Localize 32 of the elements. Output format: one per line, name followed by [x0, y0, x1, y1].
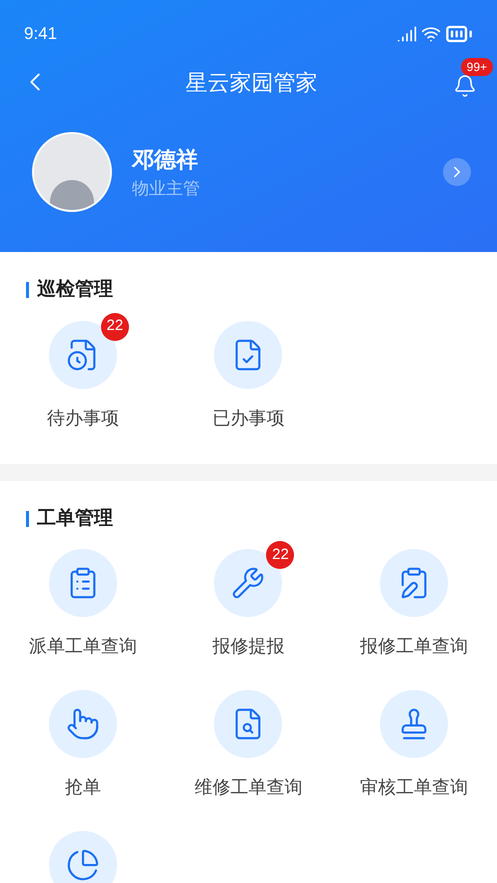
- notification-button[interactable]: 99+: [453, 58, 493, 98]
- signal-icon: [397, 24, 417, 44]
- menu-item[interactable]: 报修工单查询: [331, 541, 497, 660]
- status-time: 9:41: [24, 23, 58, 46]
- menu-item[interactable]: 维修工单查询: [166, 682, 332, 801]
- count-badge: 22: [100, 312, 129, 340]
- menu-item[interactable]: 22 待办事项: [0, 312, 166, 432]
- menu-label: 抢单: [64, 776, 101, 799]
- menu-label: 待办事项: [46, 406, 119, 430]
- menu-label: 审核工单查询: [360, 776, 468, 799]
- menu-label: 报修工单查询: [360, 635, 468, 658]
- menu-item[interactable]: 派单工单查询: [0, 541, 166, 660]
- menu-label: 派单工单查询: [28, 635, 137, 658]
- user-role: 物业主管: [132, 178, 201, 200]
- menu-item[interactable]: 审核工单查询: [331, 682, 497, 801]
- menu-item[interactable]: 抢单: [0, 682, 166, 801]
- section-title: 巡检管理: [37, 278, 113, 302]
- profile-arrow-button[interactable]: [443, 158, 471, 186]
- page-title: 星云家园管家: [186, 68, 318, 96]
- user-name: 邓德祥: [132, 146, 199, 174]
- wrench-icon: [231, 566, 266, 600]
- section-title: 工单管理: [37, 506, 113, 530]
- menu-item[interactable]: 已办事项: [166, 312, 332, 432]
- count-badge: 22: [266, 541, 294, 569]
- menu-label: 已办事项: [212, 406, 284, 430]
- pie-chart-icon: [66, 848, 100, 882]
- menu-label: 维修工单查询: [194, 776, 302, 799]
- menu-label: 报修提报: [212, 635, 284, 658]
- notification-badge: 99+: [460, 58, 493, 76]
- bell-icon: [453, 74, 477, 98]
- menu-item[interactable]: 22 报修提报: [166, 541, 332, 660]
- hand-pointer-icon: [66, 707, 100, 741]
